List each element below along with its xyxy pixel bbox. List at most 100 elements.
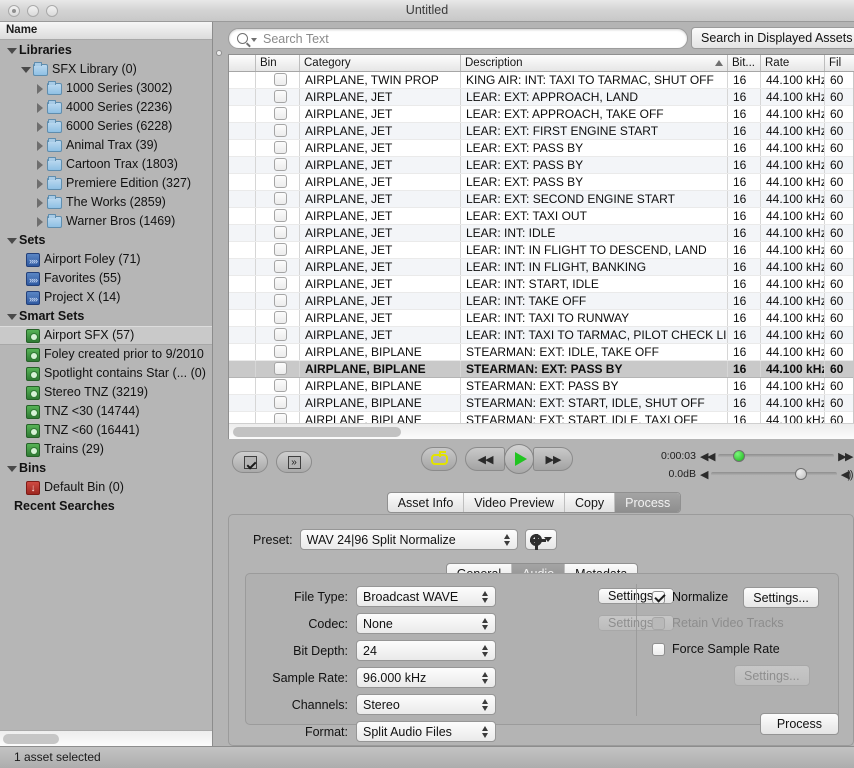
chevron-down-icon[interactable] <box>251 38 257 42</box>
table-row[interactable]: AIRPLANE, JETLEAR: INT: IN FLIGHT TO DES… <box>229 242 854 259</box>
bin-checkbox[interactable] <box>274 396 287 409</box>
bin-checkbox[interactable] <box>274 345 287 358</box>
sidebar-group-smart-sets[interactable]: Smart Sets <box>0 307 212 326</box>
table-row[interactable]: AIRPLANE, JETLEAR: EXT: APPROACH, LAND16… <box>229 89 854 106</box>
table-row[interactable]: AIRPLANE, JETLEAR: INT: TAXI TO RUNWAY16… <box>229 310 854 327</box>
preset-actions-button[interactable] <box>525 529 557 550</box>
disclosure-triangle-down-icon[interactable] <box>6 311 17 322</box>
sidebar-item-cartoon-trax[interactable]: Cartoon Trax (1803) <box>0 155 212 174</box>
gain-slider[interactable] <box>711 472 837 476</box>
bin-checkbox[interactable] <box>274 107 287 120</box>
sidebar-item-default-bin[interactable]: ↓ Default Bin (0) <box>0 478 212 497</box>
disclosure-triangle-right-icon[interactable] <box>34 216 45 227</box>
sidebar-item-airport-sfx[interactable]: Airport SFX (57) <box>0 326 212 345</box>
table-row[interactable]: AIRPLANE, JETLEAR: EXT: SECOND ENGINE ST… <box>229 191 854 208</box>
skip-forward-icon[interactable]: ▶▶ <box>838 450 852 463</box>
bin-checkbox[interactable] <box>274 277 287 290</box>
channels-select[interactable]: Stereo <box>356 694 496 715</box>
bin-checkbox[interactable] <box>274 294 287 307</box>
table-row[interactable]: AIRPLANE, JETLEAR: INT: IDLE1644.100 kHz… <box>229 225 854 242</box>
preset-select[interactable]: WAV 24|96 Split Normalize <box>300 529 518 550</box>
disclosure-triangle-right-icon[interactable] <box>34 121 45 132</box>
sidebar-recent-searches[interactable]: Recent Searches <box>0 497 212 516</box>
bin-checkbox[interactable] <box>274 209 287 222</box>
rewind-button[interactable]: ◀◀ <box>465 447 505 471</box>
tab-process[interactable]: Process <box>615 493 680 512</box>
disclosure-triangle-down-icon[interactable] <box>6 45 17 56</box>
tab-video-preview[interactable]: Video Preview <box>464 493 565 512</box>
sidebar-horizontal-scrollbar[interactable] <box>0 730 212 746</box>
sidebar-group-sets[interactable]: Sets <box>0 231 212 250</box>
table-row[interactable]: AIRPLANE, JETLEAR: INT: TAXI TO TARMAC, … <box>229 327 854 344</box>
sidebar-item-stereo-tnz[interactable]: Stereo TNZ (3219) <box>0 383 212 402</box>
volume-up-icon[interactable]: ◀)) <box>841 468 852 481</box>
table-row[interactable]: AIRPLANE, BIPLANESTEARMAN: EXT: START, I… <box>229 395 854 412</box>
sidebar-item-warner-bros[interactable]: Warner Bros (1469) <box>0 212 212 231</box>
process-button[interactable]: Process <box>760 713 839 735</box>
tab-copy[interactable]: Copy <box>565 493 615 512</box>
table-row[interactable]: AIRPLANE, JETLEAR: EXT: PASS BY1644.100 … <box>229 174 854 191</box>
sidebar-item-foley-created-prior[interactable]: Foley created prior to 9/2010 <box>0 345 212 364</box>
bin-checkbox[interactable] <box>274 362 287 375</box>
sidebar-group-libraries[interactable]: Libraries <box>0 41 212 60</box>
sidebar-item-premiere-edition[interactable]: Premiere Edition (327) <box>0 174 212 193</box>
bin-checkbox[interactable] <box>274 175 287 188</box>
sidebar-item-project-x[interactable]: »» Project X (14) <box>0 288 212 307</box>
position-slider[interactable] <box>718 454 834 458</box>
column-header-bin[interactable]: Bin <box>256 55 300 71</box>
bin-checkbox[interactable] <box>274 158 287 171</box>
sidebar-item-4000-series[interactable]: 4000 Series (2236) <box>0 98 212 117</box>
sidebar-item-the-works[interactable]: The Works (2859) <box>0 193 212 212</box>
bin-checkbox[interactable] <box>274 124 287 137</box>
format-select[interactable]: Split Audio Files <box>356 721 496 742</box>
disclosure-triangle-right-icon[interactable] <box>34 102 45 113</box>
sample-rate-select[interactable]: 96.000 kHz <box>356 667 496 688</box>
table-row[interactable]: AIRPLANE, JETLEAR: EXT: PASS BY1644.100 … <box>229 157 854 174</box>
fast-forward-button[interactable]: ▶▶ <box>533 447 573 471</box>
table-row[interactable]: AIRPLANE, JETLEAR: INT: TAKE OFF1644.100… <box>229 293 854 310</box>
sidebar-item-airport-foley[interactable]: »» Airport Foley (71) <box>0 250 212 269</box>
sidebar-item-spotlight-contains-star[interactable]: Spotlight contains Star (... (0) <box>0 364 212 383</box>
select-toggle-button[interactable] <box>232 451 268 473</box>
disclosure-triangle-right-icon[interactable] <box>34 178 45 189</box>
spot-forward-button[interactable]: » <box>276 451 312 473</box>
sidebar-item-favorites[interactable]: »» Favorites (55) <box>0 269 212 288</box>
bin-checkbox[interactable] <box>274 90 287 103</box>
disclosure-triangle-down-icon[interactable] <box>6 235 17 246</box>
disclosure-triangle-right-icon[interactable] <box>34 83 45 94</box>
column-header-category[interactable]: Category <box>300 55 461 71</box>
search-in-displayed-assets-button[interactable]: Search in Displayed Assets <box>691 27 854 49</box>
table-row[interactable]: AIRPLANE, JETLEAR: INT: IN FLIGHT, BANKI… <box>229 259 854 276</box>
table-row[interactable]: AIRPLANE, JETLEAR: EXT: FIRST ENGINE STA… <box>229 123 854 140</box>
bin-checkbox[interactable] <box>274 73 287 86</box>
bin-checkbox[interactable] <box>274 379 287 392</box>
bin-checkbox[interactable] <box>274 141 287 154</box>
bin-checkbox[interactable] <box>274 192 287 205</box>
sidebar-group-bins[interactable]: Bins <box>0 459 212 478</box>
table-row[interactable]: AIRPLANE, JETLEAR: EXT: APPROACH, TAKE O… <box>229 106 854 123</box>
normalize-checkbox[interactable] <box>652 591 665 604</box>
bin-checkbox[interactable] <box>274 243 287 256</box>
disclosure-triangle-right-icon[interactable] <box>34 159 45 170</box>
bit-depth-select[interactable]: 24 <box>356 640 496 661</box>
sidebar-column-header[interactable]: Name <box>0 22 212 40</box>
search-input[interactable]: Search Text <box>228 28 688 49</box>
bin-checkbox[interactable] <box>274 328 287 341</box>
column-header-bits[interactable]: Bit... <box>728 55 761 71</box>
disclosure-triangle-down-icon[interactable] <box>20 64 31 75</box>
scrollbar-thumb[interactable] <box>233 427 401 437</box>
table-horizontal-scrollbar[interactable] <box>229 423 854 439</box>
normalize-settings-button[interactable]: Settings... <box>743 587 819 608</box>
column-header-rate[interactable]: Rate <box>761 55 825 71</box>
column-header-file[interactable]: Fil <box>825 55 854 71</box>
column-header-index[interactable] <box>229 55 256 71</box>
sidebar-item-trains[interactable]: Trains (29) <box>0 440 212 459</box>
force-sample-rate-checkbox[interactable] <box>652 643 665 656</box>
sidebar-item-tnz-under-30[interactable]: TNZ <30 (14744) <box>0 402 212 421</box>
bin-checkbox[interactable] <box>274 260 287 273</box>
loop-button[interactable] <box>421 447 457 471</box>
sidebar-item-tnz-under-60[interactable]: TNZ <60 (16441) <box>0 421 212 440</box>
file-type-select[interactable]: Broadcast WAVE <box>356 586 496 607</box>
sidebar-item-animal-trax[interactable]: Animal Trax (39) <box>0 136 212 155</box>
table-row[interactable]: AIRPLANE, JETLEAR: EXT: PASS BY1644.100 … <box>229 140 854 157</box>
